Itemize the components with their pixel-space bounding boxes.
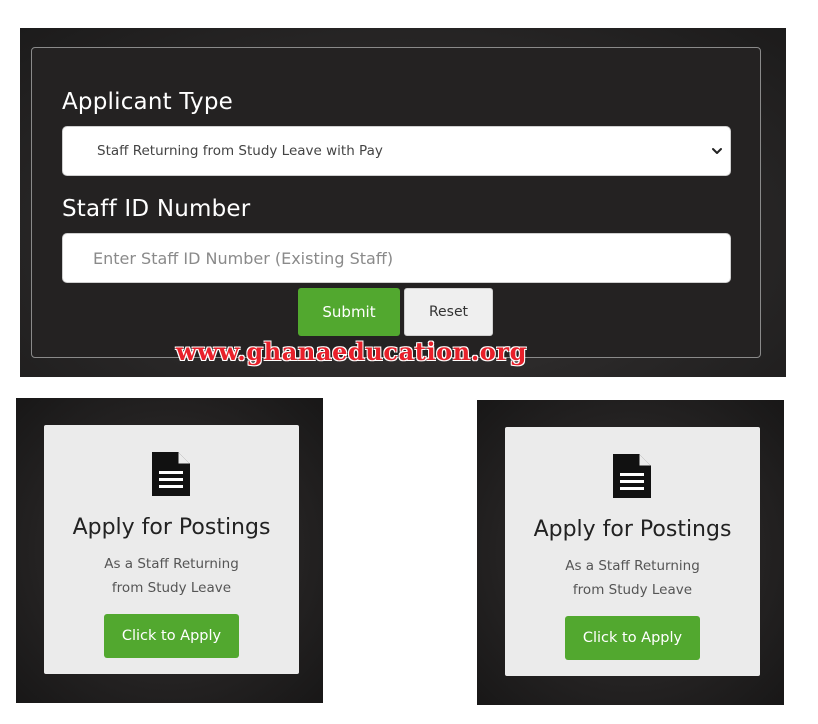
card-title: Apply for Postings: [72, 515, 271, 540]
document-icon: [152, 452, 190, 496]
applicant-type-label: Applicant Type: [62, 89, 233, 115]
posting-card: Apply for Postings As a Staff Returning …: [505, 427, 760, 676]
application-form: Applicant Type Staff Returning from Stud…: [31, 47, 761, 358]
applicant-type-select[interactable]: Staff Returning from Study Leave with Pa…: [62, 126, 731, 176]
reset-button[interactable]: Reset: [404, 288, 493, 336]
applicant-type-selected-value: Staff Returning from Study Leave with Pa…: [97, 143, 383, 159]
card-subtitle-line2: from Study Leave: [572, 582, 693, 598]
application-form-panel: Applicant Type Staff Returning from Stud…: [20, 28, 786, 377]
posting-card: Apply for Postings As a Staff Returning …: [44, 425, 299, 674]
staff-id-label: Staff ID Number: [62, 196, 251, 222]
card-subtitle-line1: As a Staff Returning: [565, 558, 700, 574]
card-subtitle-line1: As a Staff Returning: [104, 556, 239, 572]
card-title: Apply for Postings: [533, 517, 732, 542]
document-icon: [613, 454, 651, 498]
website-watermark: www.ghanaeducation.org: [176, 337, 528, 366]
staff-id-placeholder: Enter Staff ID Number (Existing Staff): [93, 249, 394, 268]
chevron-down-icon: [712, 148, 722, 154]
submit-button[interactable]: Submit: [298, 288, 400, 336]
click-to-apply-button[interactable]: Click to Apply: [104, 614, 239, 658]
posting-card-panel-left: Apply for Postings As a Staff Returning …: [16, 398, 323, 703]
card-subtitle-line2: from Study Leave: [111, 580, 232, 596]
staff-id-input[interactable]: Enter Staff ID Number (Existing Staff): [62, 233, 731, 283]
click-to-apply-button[interactable]: Click to Apply: [565, 616, 700, 660]
posting-card-panel-right: Apply for Postings As a Staff Returning …: [477, 400, 784, 705]
